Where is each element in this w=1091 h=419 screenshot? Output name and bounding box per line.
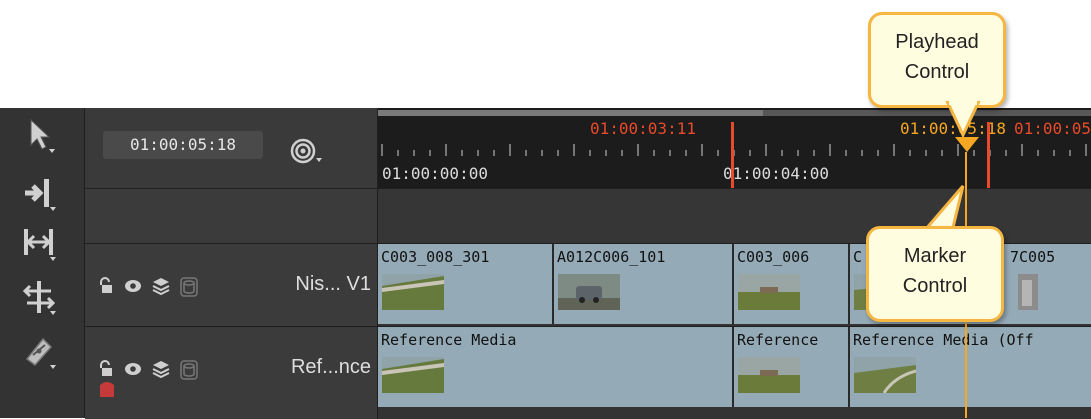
pointer-icon xyxy=(30,118,55,153)
callout-line: Marker xyxy=(903,245,967,267)
clip-name: C xyxy=(853,248,863,266)
visibility-eye-icon[interactable] xyxy=(123,277,143,295)
out-marker-timecode: 01:00:05 xyxy=(1014,119,1091,138)
clip-thumbnail xyxy=(558,274,620,310)
slip-arrows-icon xyxy=(22,281,56,315)
in-marker-timecode: 01:00:03:11 xyxy=(590,119,696,138)
ruler-label-0: 01:00:00:00 xyxy=(382,164,488,183)
clip-name: 7C005 xyxy=(1010,248,1056,266)
clip-name: Reference Media (Off xyxy=(853,331,1034,349)
clip-name: C003_008_301 xyxy=(381,248,490,266)
track-header-reference: Ref...nce xyxy=(85,326,378,419)
clip-thumbnail xyxy=(1018,274,1038,310)
clip[interactable]: C003_006 xyxy=(734,244,850,324)
track-header-v1: Nis... V1 xyxy=(85,243,378,326)
timeline-header: 01:00:05:18 xyxy=(85,108,378,188)
tool-palette xyxy=(0,108,85,418)
fit-width-icon xyxy=(24,229,56,261)
clip[interactable]: Reference xyxy=(734,327,850,407)
fit-tool-button[interactable] xyxy=(14,222,64,264)
pointer-tool-button[interactable] xyxy=(14,114,64,156)
clip-thumbnail xyxy=(738,274,800,310)
callout-line: Control xyxy=(902,275,968,297)
clip-thumbnail xyxy=(854,357,916,393)
clip-thumbnail xyxy=(382,274,444,310)
insert-arrow-icon xyxy=(25,179,56,211)
clip-thumbnail xyxy=(382,357,444,393)
clip-name: Reference Media xyxy=(381,331,517,349)
video-track-header-empty xyxy=(85,188,378,243)
lock-icon[interactable] xyxy=(97,277,115,295)
jog-dial-icon[interactable] xyxy=(288,136,328,166)
razor-blade-icon xyxy=(25,337,56,369)
layers-icon[interactable] xyxy=(151,360,171,378)
database-icon[interactable] xyxy=(179,360,199,380)
visibility-eye-icon[interactable] xyxy=(123,360,143,378)
in-marker-line[interactable] xyxy=(731,122,734,188)
clip-thumbnail xyxy=(738,357,800,393)
razor-tool-button[interactable] xyxy=(14,330,64,372)
clip[interactable]: C003_008_301 xyxy=(378,244,554,324)
clip-name: C003_006 xyxy=(737,248,810,266)
slip-tool-button[interactable] xyxy=(14,276,64,318)
current-timecode-field[interactable]: 01:00:05:18 xyxy=(103,131,263,159)
clip[interactable]: Reference Media (Off xyxy=(850,327,1091,407)
track-name[interactable]: Ref...nce xyxy=(291,356,371,379)
playhead-control-callout: Playhead Control xyxy=(868,12,1006,108)
callout-line: Control xyxy=(904,61,970,83)
marker-control-line[interactable] xyxy=(987,122,990,188)
lock-icon[interactable] xyxy=(97,360,115,378)
insert-tool-button[interactable] xyxy=(14,172,64,214)
callout-line: Playhead xyxy=(895,31,979,53)
clip[interactable]: Reference Media xyxy=(378,327,734,407)
marker-control-callout: Marker Control xyxy=(866,226,1004,322)
layers-icon[interactable] xyxy=(151,277,171,295)
ruler-scroll-region xyxy=(378,110,763,116)
database-icon[interactable] xyxy=(179,277,199,297)
ruler-label-4s: 01:00:04:00 xyxy=(723,164,829,183)
ruler-ticks xyxy=(381,144,1087,156)
clip[interactable]: A012C006_101 xyxy=(554,244,734,324)
clip-name: Reference xyxy=(737,331,819,349)
reference-tag-icon xyxy=(100,382,114,397)
track-name[interactable]: Nis... V1 xyxy=(295,273,371,296)
playhead-handle[interactable] xyxy=(954,136,980,154)
clip-name: A012C006_101 xyxy=(557,248,666,266)
track-area-reference: Reference Media Reference Reference Medi… xyxy=(378,326,1091,419)
callout-pointer xyxy=(945,101,981,137)
